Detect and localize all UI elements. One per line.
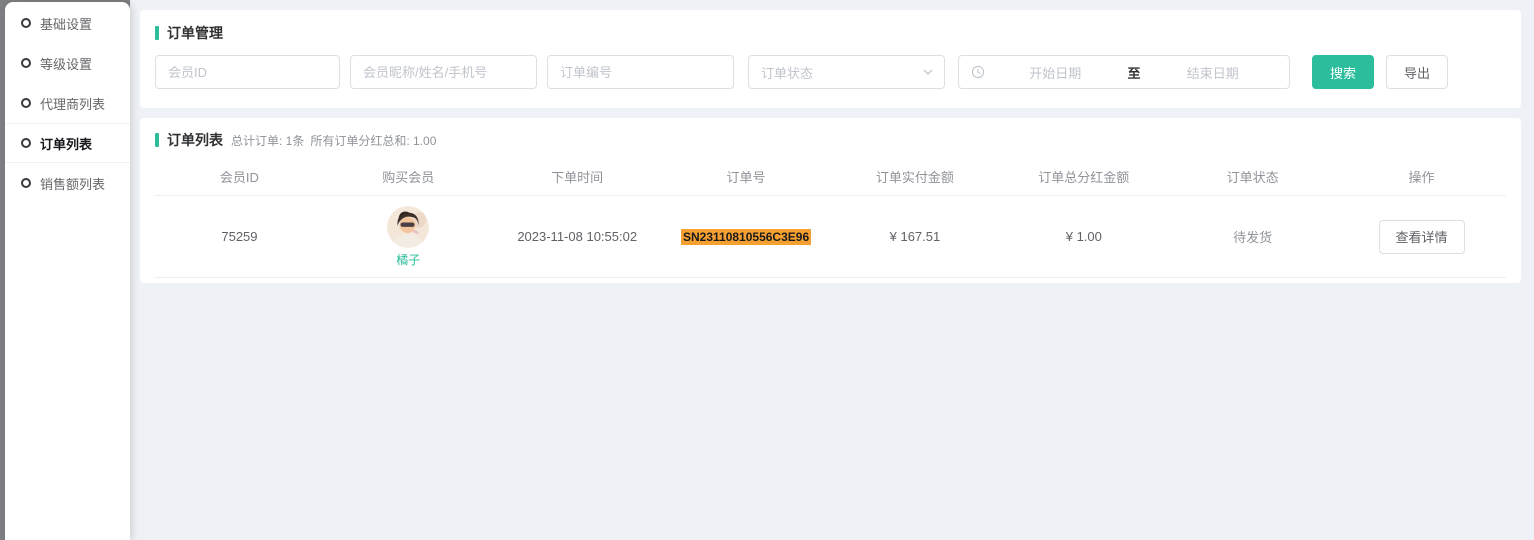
order-list-section-title: 订单列表 总计订单: 1条 所有订单分红总和: 1.00 [140,130,1521,150]
order-list-card: 订单列表 总计订单: 1条 所有订单分红总和: 1.00 会员ID 购买会员 下… [140,118,1521,283]
order-status-select[interactable]: 订单状态 [748,55,945,89]
sidebar-item-label: 订单列表 [40,134,92,153]
filter-title: 订单管理 [167,23,223,43]
table-header-row: 会员ID 购买会员 下单时间 订单号 订单实付金额 订单总分红金额 订单状态 操… [155,158,1506,196]
date-separator: 至 [1122,63,1147,82]
cell-buyer: 橘子 [324,206,493,268]
sidebar: 基础设置 等级设置 代理商列表 订单列表 销售额列表 [0,0,130,540]
sidebar-item-label: 基础设置 [40,14,92,33]
circle-icon [21,18,31,28]
title-accent-bar [155,26,159,40]
member-info-input[interactable] [350,55,537,89]
circle-icon [21,58,31,68]
export-button[interactable]: 导出 [1386,55,1448,89]
sidebar-panel: 基础设置 等级设置 代理商列表 订单列表 销售额列表 [5,2,130,540]
cell-order-time: 2023-11-08 10:55:02 [493,229,662,244]
view-details-button[interactable]: 查看详情 [1379,220,1465,254]
filter-section-title: 订单管理 [155,23,1506,43]
orders-dividend-summary: 所有订单分红总和: 1.00 [310,132,436,149]
col-order-no: 订单号 [662,167,831,186]
col-actions: 操作 [1337,167,1506,186]
search-button[interactable]: 搜索 [1312,55,1374,89]
col-dividend-amount: 订单总分红金额 [999,167,1168,186]
main-content: 订单管理 订单状态 [130,0,1534,540]
avatar[interactable] [387,206,429,248]
buyer-name[interactable]: 橘子 [396,251,420,268]
col-member-id: 会员ID [155,167,324,186]
col-order-time: 下单时间 [493,167,662,186]
cell-order-no: SN23110810556C3E96 [662,229,831,245]
order-no-highlight: SN23110810556C3E96 [681,229,811,245]
chevron-down-icon [922,66,934,78]
date-range-picker[interactable]: 开始日期 至 结束日期 [958,55,1290,89]
filter-row: 订单状态 开始日期 至 [155,55,1506,89]
col-order-status: 订单状态 [1168,167,1337,186]
sidebar-item-label: 代理商列表 [40,94,105,113]
cell-order-status: 待发货 [1168,227,1337,246]
col-paid-amount: 订单实付金额 [831,167,1000,186]
clock-icon [971,65,985,79]
table-row: 75259 [155,196,1506,278]
sidebar-item-label: 销售额列表 [40,174,105,193]
circle-icon [21,178,31,188]
title-accent-bar [155,133,159,147]
end-date-input[interactable]: 结束日期 [1147,63,1280,82]
cell-member-id: 75259 [155,229,324,244]
cell-actions: 查看详情 [1337,220,1506,254]
circle-icon [21,138,31,148]
app: 基础设置 等级设置 代理商列表 订单列表 销售额列表 [0,0,1534,540]
sidebar-item-basic-settings[interactable]: 基础设置 [5,3,130,43]
order-no-input[interactable] [547,55,734,89]
start-date-input[interactable]: 开始日期 [989,63,1122,82]
sidebar-item-order-list[interactable]: 订单列表 [5,123,130,163]
sidebar-menu: 基础设置 等级设置 代理商列表 订单列表 销售额列表 [5,3,130,203]
sidebar-item-sales-list[interactable]: 销售额列表 [5,163,130,203]
sidebar-item-level-settings[interactable]: 等级设置 [5,43,130,83]
sidebar-item-label: 等级设置 [40,54,92,73]
filter-card: 订单管理 订单状态 [140,10,1521,108]
cell-dividend-amount: ¥ 1.00 [999,229,1168,244]
orders-total-summary: 总计订单: 1条 [231,132,304,149]
col-buyer: 购买会员 [324,167,493,186]
circle-icon [21,98,31,108]
member-id-input[interactable] [155,55,340,89]
sidebar-item-agent-list[interactable]: 代理商列表 [5,83,130,123]
order-list-title: 订单列表 [167,130,223,150]
orders-table: 会员ID 购买会员 下单时间 订单号 订单实付金额 订单总分红金额 订单状态 操… [140,158,1521,278]
order-status-placeholder: 订单状态 [761,63,813,82]
cell-paid-amount: ¥ 167.51 [831,229,1000,244]
